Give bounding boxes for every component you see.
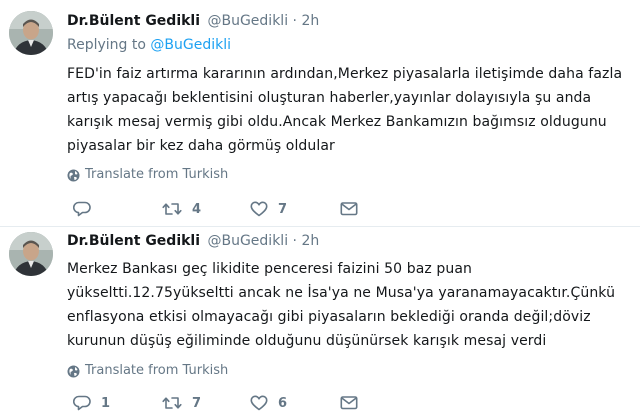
separator-dot: · xyxy=(292,233,297,249)
retweet-button[interactable]: 7 xyxy=(162,395,201,411)
translate-link[interactable]: Translate from Turkish xyxy=(67,363,636,379)
timestamp[interactable]: 2h xyxy=(301,233,319,249)
heart-icon xyxy=(250,395,268,411)
envelope-icon xyxy=(340,396,358,410)
globe-icon xyxy=(67,365,80,377)
translate-label: Translate from Turkish xyxy=(85,363,229,378)
retweet-icon xyxy=(162,203,182,215)
like-button[interactable]: 6 xyxy=(250,395,287,411)
reply-button[interactable]: 1 xyxy=(73,395,110,411)
replying-to: Replying to @BuGedikli xyxy=(67,35,636,55)
like-count: 7 xyxy=(278,201,288,217)
reply-button[interactable] xyxy=(73,201,101,217)
tweet-actions: 1 7 6 xyxy=(67,395,636,415)
avatar[interactable] xyxy=(9,232,53,276)
author-name[interactable]: Dr.Bülent Gedikli xyxy=(67,13,200,29)
globe-icon xyxy=(67,169,80,181)
retweet-count: 4 xyxy=(192,201,202,217)
separator-dot: · xyxy=(292,13,297,29)
tweet-header: Dr.Bülent Gedikli @BuGedikli · 2h xyxy=(67,11,636,31)
avatar[interactable] xyxy=(9,11,53,55)
like-button[interactable]: 7 xyxy=(250,201,287,217)
reply-icon xyxy=(73,395,91,411)
tweet[interactable]: Dr.Bülent Gedikli @BuGedikli · 2h Replyi… xyxy=(0,0,640,226)
retweet-count: 7 xyxy=(192,395,202,411)
author-name[interactable]: Dr.Bülent Gedikli xyxy=(67,233,200,249)
retweet-button[interactable]: 4 xyxy=(162,201,201,217)
reply-icon xyxy=(73,201,91,217)
envelope-icon xyxy=(340,202,358,216)
author-handle[interactable]: @BuGedikli xyxy=(207,233,288,249)
replying-to-handle[interactable]: @BuGedikli xyxy=(150,37,231,53)
tweet-text: Merkez Bankası geç likidite penceresi fa… xyxy=(67,261,616,349)
reply-count: 1 xyxy=(101,395,111,411)
translate-link[interactable]: Translate from Turkish xyxy=(67,167,636,183)
tweet-header: Dr.Bülent Gedikli @BuGedikli · 2h xyxy=(67,231,636,251)
replying-to-label: Replying to xyxy=(67,37,151,53)
direct-message-button[interactable] xyxy=(340,395,358,411)
tweet-text: FED'in faiz artırma kararının ardından,M… xyxy=(67,66,623,154)
like-count: 6 xyxy=(278,395,288,411)
timestamp[interactable]: 2h xyxy=(301,13,319,29)
translate-label: Translate from Turkish xyxy=(85,167,229,182)
tweet-actions: 4 7 xyxy=(67,201,636,221)
heart-icon xyxy=(250,201,268,217)
direct-message-button[interactable] xyxy=(340,201,358,217)
author-handle[interactable]: @BuGedikli xyxy=(207,13,288,29)
tweet[interactable]: Dr.Bülent Gedikli @BuGedikli · 2h Merkez… xyxy=(0,226,640,418)
retweet-icon xyxy=(162,397,182,409)
